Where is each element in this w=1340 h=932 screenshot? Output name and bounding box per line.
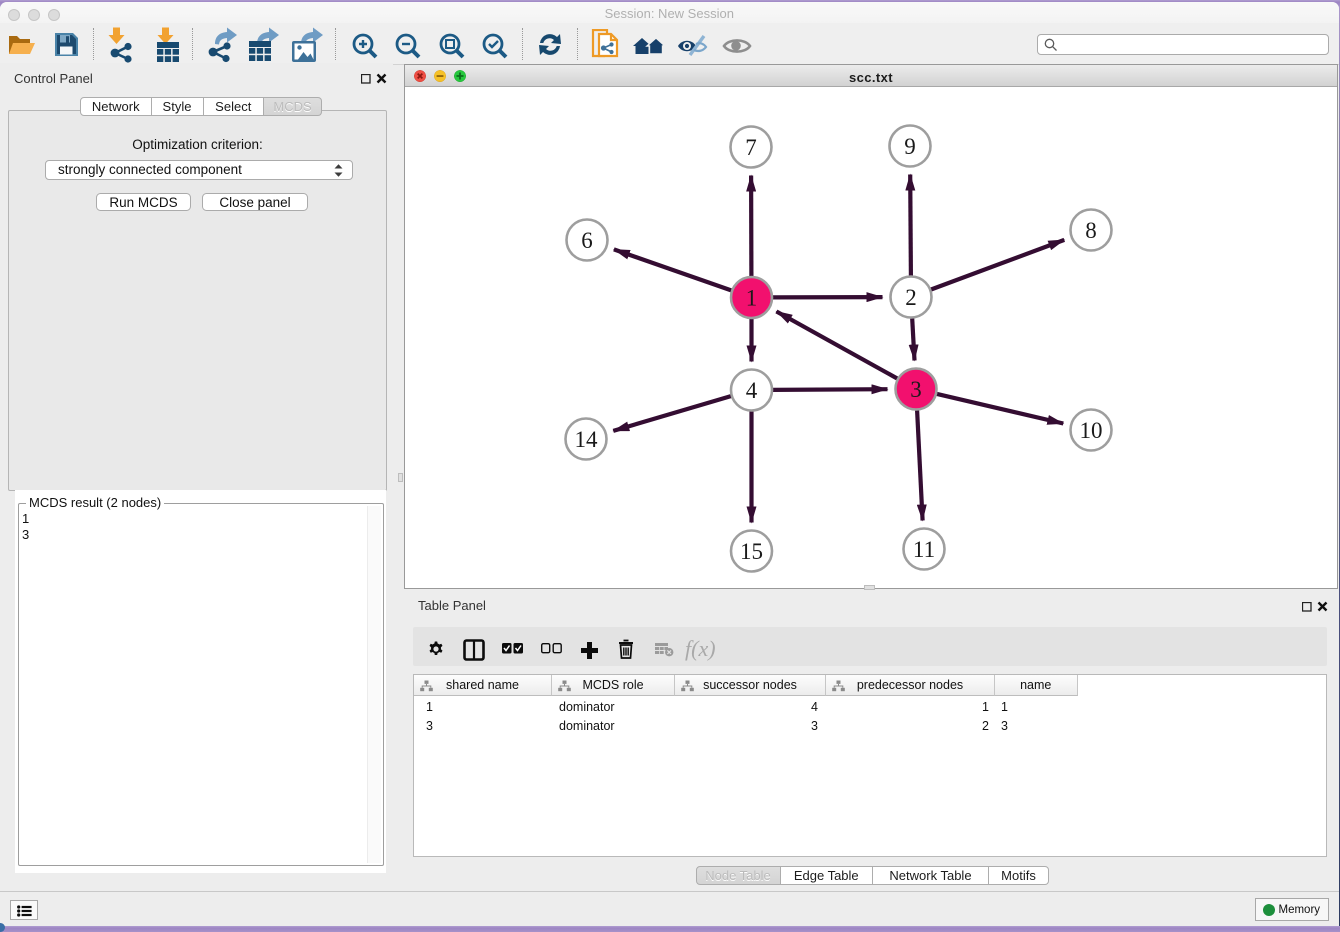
svg-text:8: 8 [1085,218,1097,243]
svg-text:6: 6 [581,228,593,253]
svg-text:4: 4 [746,378,758,403]
svg-text:1: 1 [746,286,758,311]
svg-text:9: 9 [904,134,916,159]
svg-text:10: 10 [1080,418,1103,443]
svg-text:14: 14 [575,427,599,452]
svg-text:3: 3 [910,377,922,402]
svg-text:15: 15 [740,539,763,564]
svg-text:7: 7 [745,135,757,160]
svg-text:2: 2 [905,285,917,310]
svg-text:11: 11 [913,537,935,562]
